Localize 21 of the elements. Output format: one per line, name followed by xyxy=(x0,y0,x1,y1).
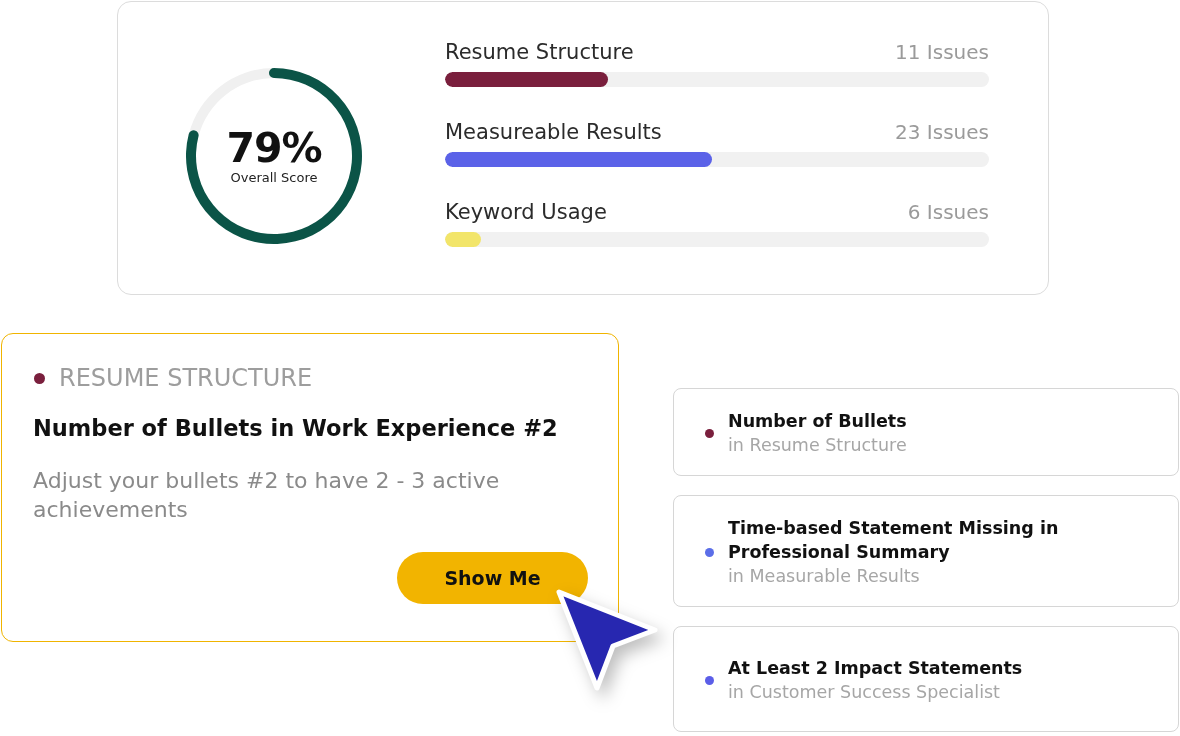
show-me-button[interactable]: Show Me xyxy=(397,552,588,604)
issue-count: 23 Issues xyxy=(895,119,989,145)
category-name: Measureable Results xyxy=(445,119,662,145)
score-label: Overall Score xyxy=(230,170,318,186)
issue-list-item[interactable]: Time-based Statement Missing in Professional Summary in Measurable Results xyxy=(673,495,1179,607)
category-name: Keyword Usage xyxy=(445,199,607,225)
category-name: Resume Structure xyxy=(445,39,634,65)
issue-title: Number of Bullets xyxy=(728,410,907,433)
issue-location: in Resume Structure xyxy=(728,434,907,457)
issue-title: Time-based Statement Missing in Professional Summary xyxy=(728,517,1060,564)
score-value: 79% xyxy=(226,126,322,170)
issue-count: 11 Issues xyxy=(895,39,989,65)
issue-list-item[interactable]: At Least 2 Impact Statements in Customer Success Specialist xyxy=(673,626,1179,732)
issue-count: 6 Issues xyxy=(907,199,989,225)
issue-title: Number of Bullets in Work Experience #2 xyxy=(33,414,559,443)
issue-location: in Measurable Results xyxy=(728,565,921,588)
issue-location: in Customer Success Specialist xyxy=(728,681,1001,704)
issue-list-item[interactable]: Number of Bullets in Resume Structure xyxy=(673,388,1179,476)
issue-description: Adjust your bullets #2 to have 2 - 3 active achievements xyxy=(33,467,501,524)
issue-title: At Least 2 Impact Statements xyxy=(728,657,1023,680)
category-label: RESUME STRUCTURE xyxy=(59,363,313,393)
